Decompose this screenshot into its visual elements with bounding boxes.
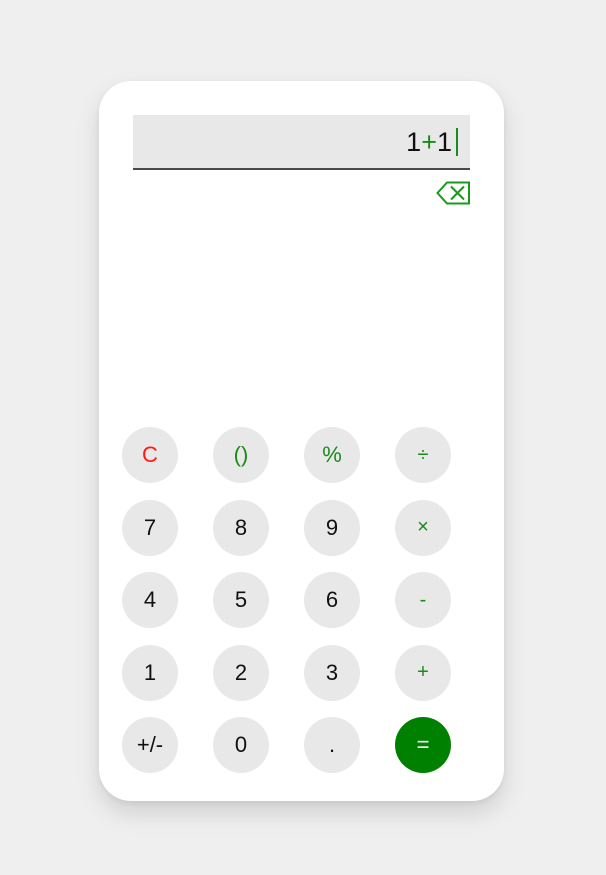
digit-7-button[interactable]: 7	[122, 499, 178, 556]
digit-3-button[interactable]: 3	[304, 644, 360, 701]
divide-button[interactable]: ÷	[395, 427, 451, 483]
backspace-button[interactable]	[436, 181, 471, 205]
backspace-icon	[436, 181, 470, 205]
decimal-button[interactable]: .	[304, 717, 360, 773]
subtract-button[interactable]: -	[395, 572, 451, 628]
digit-1-button[interactable]: 1	[122, 644, 178, 701]
percent-button[interactable]: %	[304, 427, 360, 483]
digit-9-button[interactable]: 9	[304, 499, 360, 556]
keypad: C () % ÷ 7 8 9 × 4 5 6 - 1 2 3 + +/- 0 .…	[122, 427, 472, 773]
digit-4-button[interactable]: 4	[122, 572, 178, 628]
digit-0-button[interactable]: 0	[213, 717, 269, 773]
expression-operand: 1	[406, 127, 422, 157]
expression-display[interactable]: 1 +1	[133, 115, 470, 170]
equals-button[interactable]: =	[395, 717, 451, 773]
digit-2-button[interactable]: 2	[213, 644, 269, 701]
clear-button[interactable]: C	[122, 427, 178, 483]
expression-text: 1 +1	[406, 126, 458, 158]
multiply-button[interactable]: ×	[395, 499, 451, 556]
digit-8-button[interactable]: 8	[213, 499, 269, 556]
parentheses-button[interactable]: ()	[213, 427, 269, 483]
expression-operator: +	[421, 127, 437, 157]
negate-button[interactable]: +/-	[122, 717, 178, 773]
text-cursor	[456, 128, 458, 156]
digit-6-button[interactable]: 6	[304, 572, 360, 628]
add-button[interactable]: +	[395, 644, 451, 701]
digit-5-button[interactable]: 5	[213, 572, 269, 628]
expression-operand: 1	[436, 127, 452, 157]
calculator-panel: 1 +1 C () % ÷ 7 8 9 × 4 5 6 - 1 2 3 + +/-…	[99, 81, 504, 801]
